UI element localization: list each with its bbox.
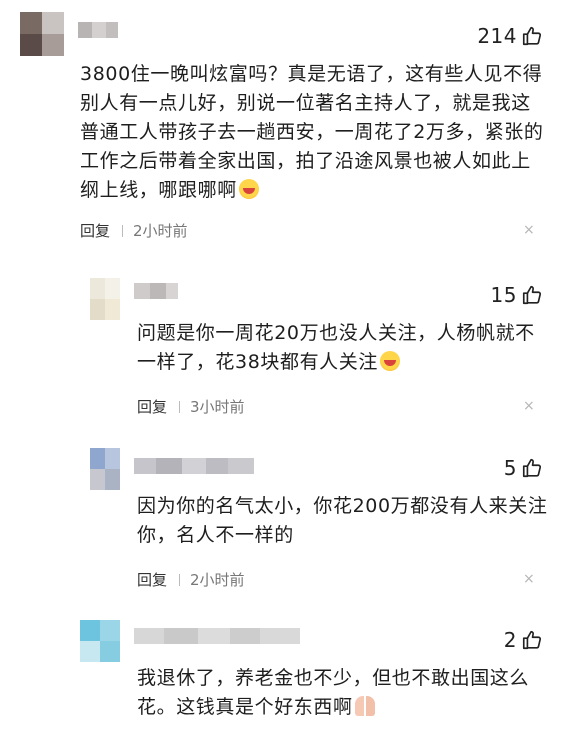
like-button[interactable]: 2 (504, 628, 543, 652)
comment-text: 我退休了，养老金也不少，但也不敢出国这么 花。这钱真是个好东西啊 (137, 664, 557, 722)
avatar[interactable] (80, 620, 120, 662)
thumbs-up-icon (522, 630, 542, 650)
like-count: 2 (503, 628, 517, 652)
comment-4: 2 我退休了，养老金也不少，但也不敢出国这么 花。这钱真是个好东西啊 (0, 0, 571, 740)
praying-hands-emoji (354, 696, 375, 716)
comment-text-line: 我退休了，养老金也不少，但也不敢出国这么 (137, 667, 530, 689)
comment-text-line: 花。这钱真是个好东西啊 (137, 696, 353, 718)
username-blurred[interactable] (134, 628, 300, 644)
